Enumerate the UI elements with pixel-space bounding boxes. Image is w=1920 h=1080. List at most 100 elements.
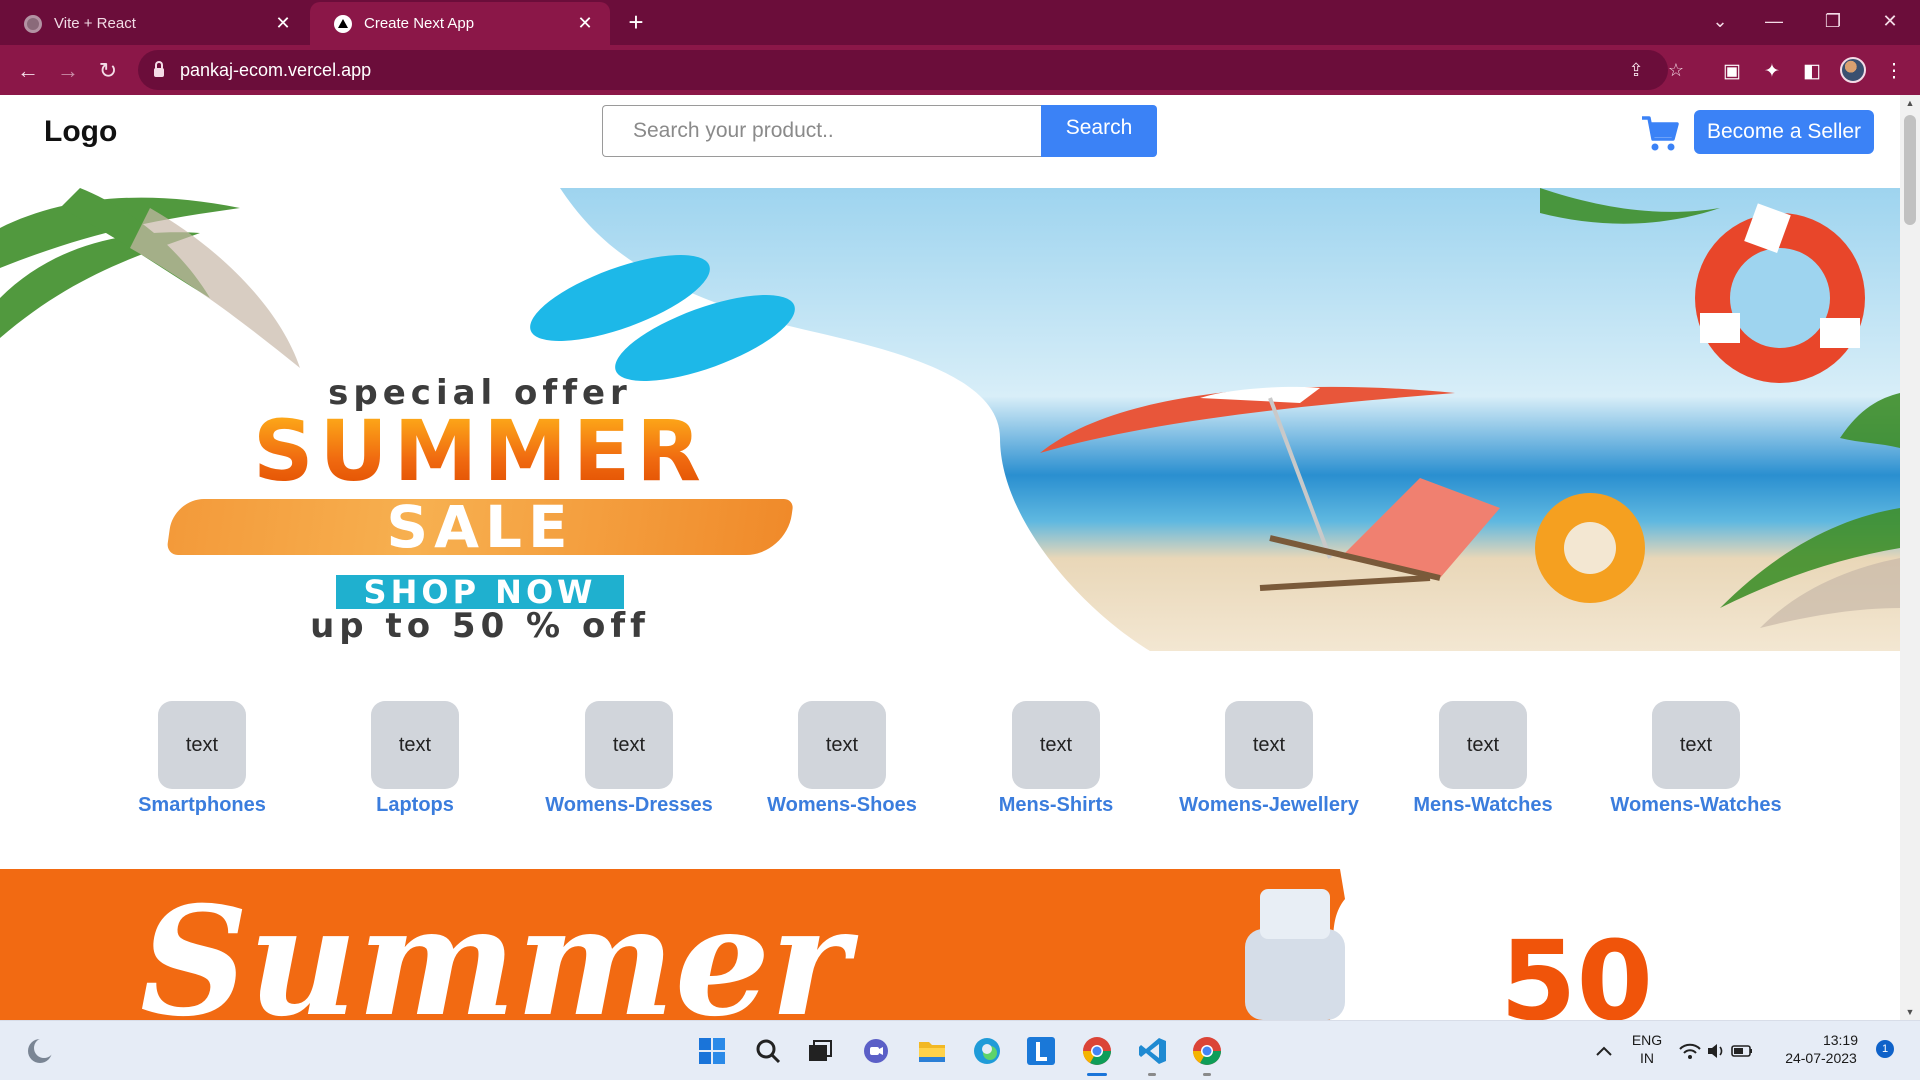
search-input[interactable] (602, 105, 1041, 157)
hero-banner[interactable]: special offer SUMMER SALE SHOP NOW up to… (0, 188, 1900, 651)
category-label: Smartphones (138, 794, 266, 816)
become-seller-button[interactable]: Become a Seller (1694, 110, 1874, 154)
hero-sale: SALE (386, 493, 574, 561)
category-thumbnail: text (585, 701, 673, 789)
clock-time: 13:19 (1822, 1032, 1858, 1048)
vscode-icon[interactable] (1135, 1033, 1171, 1069)
screen-capture-extension-icon[interactable]: ▣ (1720, 60, 1744, 84)
tab-create-next-app[interactable]: Create Next App ✕ (310, 2, 610, 45)
clock[interactable]: 13:19 24-07-2023 (1776, 1031, 1866, 1067)
back-arrow-icon[interactable]: ← (12, 55, 44, 87)
restore-button[interactable]: ❐ (1813, 6, 1853, 36)
category-mens-shirts[interactable]: text Mens-Shirts (946, 701, 1166, 817)
side-panel-icon[interactable]: ◧ (1800, 60, 1824, 84)
windows-start-icon[interactable] (694, 1033, 730, 1069)
category-label: Mens-Watches (1413, 794, 1553, 816)
hero-discount: up to 50 % off (310, 606, 650, 646)
open-app-indicator (1148, 1073, 1156, 1076)
category-thumbnail: text (1439, 701, 1527, 789)
task-view-icon[interactable] (802, 1033, 838, 1069)
new-tab-button[interactable]: + (622, 8, 650, 36)
file-explorer-icon[interactable] (914, 1033, 950, 1069)
l-app-icon[interactable] (1023, 1033, 1059, 1069)
hero-text-block: special offer SUMMER SALE SHOP NOW up to… (100, 373, 860, 643)
hero-summer: SUMMER (100, 409, 860, 493)
scroll-down-arrow-icon[interactable]: ▼ (1900, 1007, 1920, 1017)
battery-icon (1731, 1045, 1752, 1057)
globe-icon (24, 14, 42, 33)
category-thumbnail: text (1012, 701, 1100, 789)
page-scrollbar[interactable]: ▲ ▼ (1900, 95, 1920, 1020)
teams-chat-icon[interactable] (858, 1033, 894, 1069)
active-app-indicator (1087, 1073, 1107, 1076)
address-bar[interactable]: pankaj-ecom.vercel.app ⇪ ☆ (138, 50, 1684, 90)
category-thumbnail: text (798, 701, 886, 789)
search-button[interactable]: Search (1041, 105, 1157, 157)
search-bar: Search (602, 105, 1157, 157)
reload-icon[interactable]: ↻ (92, 55, 124, 87)
category-mens-watches[interactable]: text Mens-Watches (1373, 701, 1593, 817)
discount-number: 50 (1500, 917, 1653, 1020)
summer-promo-art: Summer 50 (140, 869, 1900, 1020)
minimize-button[interactable]: — (1754, 6, 1794, 36)
scrollbar-thumb[interactable] (1904, 115, 1916, 225)
category-label: Womens-Shoes (767, 794, 917, 816)
category-label: Womens-Jewellery (1179, 794, 1359, 816)
show-hidden-icons-chevron-icon[interactable] (1586, 1033, 1622, 1069)
url-text: pankaj-ecom.vercel.app (180, 59, 372, 80)
scroll-up-arrow-icon[interactable]: ▲ (1900, 98, 1920, 108)
close-icon[interactable]: ✕ (574, 13, 596, 35)
input-language[interactable]: ENG IN (1624, 1031, 1670, 1067)
wifi-icon (1679, 1043, 1701, 1059)
summer-script-text: Summer (140, 874, 859, 1020)
tab-search-chevron-icon[interactable]: ⌄ (1700, 6, 1740, 36)
browser-toolbar: ← → ↻ pankaj-ecom.vercel.app ⇪ ☆ ▣ ✦ ◧ ⋮ (0, 45, 1920, 95)
browser-tab-strip: Vite + React ✕ Create Next App ✕ + ⌄ — ❐… (0, 0, 1920, 45)
menu-kebab-icon[interactable]: ⋮ (1882, 60, 1906, 84)
category-womens-shoes[interactable]: text Womens-Shoes (732, 701, 952, 817)
category-thumbnail: text (1652, 701, 1740, 789)
category-laptops[interactable]: text Laptops (305, 701, 525, 817)
close-window-button[interactable]: ✕ (1870, 6, 1910, 36)
edge-browser-icon[interactable] (969, 1033, 1005, 1069)
clock-date: 24-07-2023 (1785, 1050, 1857, 1066)
shop-now-button[interactable]: SHOP NOW (335, 575, 625, 609)
system-tray-status[interactable] (1676, 1033, 1756, 1069)
category-womens-jewellery[interactable]: text Womens-Jewellery (1159, 701, 1379, 817)
category-label: Mens-Shirts (998, 794, 1114, 816)
web-page: Logo Search Become a Seller (0, 95, 1900, 1020)
site-logo[interactable]: Logo (44, 115, 117, 149)
category-smartphones[interactable]: text Smartphones (92, 701, 312, 817)
notification-badge[interactable]: 1 (1876, 1040, 1894, 1058)
profile-avatar[interactable] (1840, 57, 1866, 83)
category-thumbnail: text (371, 701, 459, 789)
windows-taskbar: ENG IN 13:19 24-07-2023 (0, 1020, 1920, 1080)
chrome-profile-icon[interactable] (1189, 1033, 1225, 1069)
summer-promo-banner[interactable]: Summer 50 (0, 869, 1900, 1020)
extensions-puzzle-icon[interactable]: ✦ (1760, 60, 1784, 84)
share-icon[interactable]: ⇪ (1624, 60, 1648, 80)
category-thumbnail: text (1225, 701, 1313, 789)
close-icon[interactable]: ✕ (272, 13, 294, 35)
region-code: IN (1640, 1050, 1654, 1066)
category-row: text Smartphones text Laptops text Women… (0, 701, 1900, 821)
bookmark-star-icon[interactable]: ☆ (1664, 60, 1688, 80)
category-womens-watches[interactable]: text Womens-Watches (1586, 701, 1806, 817)
hero-sale-brush: SALE (166, 493, 794, 561)
search-icon[interactable] (750, 1033, 786, 1069)
category-label: Womens-Dresses (545, 794, 713, 816)
forward-arrow-icon[interactable]: → (52, 55, 84, 87)
nextjs-logo-icon (334, 14, 352, 33)
category-womens-dresses[interactable]: text Womens-Dresses (519, 701, 739, 817)
weather-widget-icon[interactable] (22, 1033, 58, 1069)
tab-title: Create Next App (364, 15, 475, 32)
lock-icon (154, 61, 164, 77)
tab-vite-react[interactable]: Vite + React ✕ (0, 2, 308, 45)
chrome-icon[interactable] (1079, 1033, 1115, 1069)
language-code: ENG (1631, 1032, 1663, 1048)
category-label: Womens-Watches (1610, 794, 1782, 816)
cart-icon[interactable] (1640, 115, 1680, 153)
category-label: Laptops (376, 794, 454, 816)
category-thumbnail: text (158, 701, 246, 789)
open-app-indicator (1203, 1073, 1211, 1076)
